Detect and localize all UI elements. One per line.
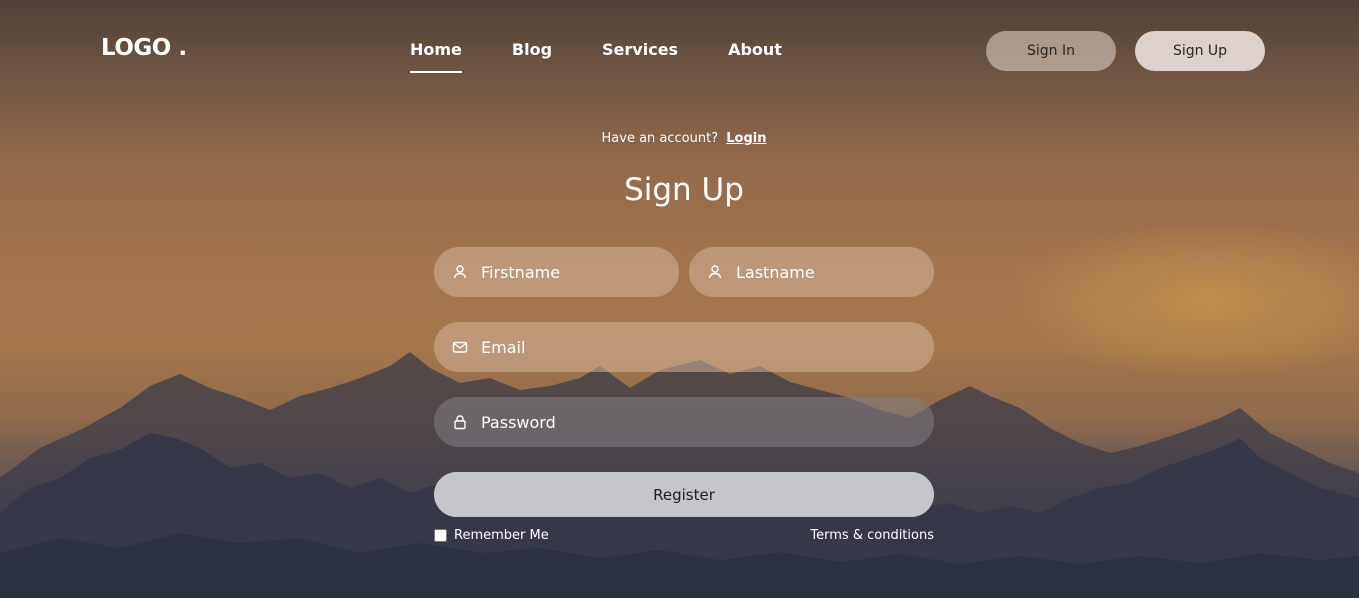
lock-icon	[454, 415, 466, 430]
nav-about[interactable]: About	[728, 40, 782, 73]
have-account-text: Have an account?	[601, 131, 719, 146]
remember-me-label: Remember Me	[454, 528, 549, 543]
page-background: LOGO . Home Blog Services About Sign In …	[0, 0, 1359, 598]
email-input[interactable]	[479, 336, 925, 358]
user-icon	[708, 265, 722, 279]
have-account-line: Have an account? Login	[0, 131, 1359, 146]
mountain-silhouette	[0, 352, 1359, 598]
main-nav: Home Blog Services About	[410, 40, 832, 73]
nav-blog[interactable]: Blog	[512, 40, 552, 73]
lastname-input[interactable]	[734, 261, 925, 283]
lastname-field[interactable]	[689, 247, 934, 297]
terms-link[interactable]: Terms & conditions	[810, 528, 934, 543]
remember-me-checkbox[interactable]	[434, 529, 447, 542]
login-link[interactable]: Login	[726, 131, 766, 146]
firstname-input[interactable]	[479, 261, 670, 283]
nav-home[interactable]: Home	[410, 40, 462, 73]
nav-services[interactable]: Services	[602, 40, 678, 73]
email-field[interactable]	[434, 322, 934, 372]
user-icon	[453, 265, 467, 279]
envelope-icon	[452, 341, 468, 353]
remember-me[interactable]: Remember Me	[434, 528, 549, 543]
register-button[interactable]: Register	[434, 472, 934, 517]
sign-up-button[interactable]: Sign Up	[1135, 31, 1265, 71]
password-field[interactable]	[434, 397, 934, 447]
form-title: Sign Up	[624, 172, 744, 208]
firstname-field[interactable]	[434, 247, 679, 297]
logo[interactable]: LOGO .	[101, 35, 187, 61]
sign-in-button[interactable]: Sign In	[986, 31, 1116, 71]
password-input[interactable]	[479, 411, 925, 433]
